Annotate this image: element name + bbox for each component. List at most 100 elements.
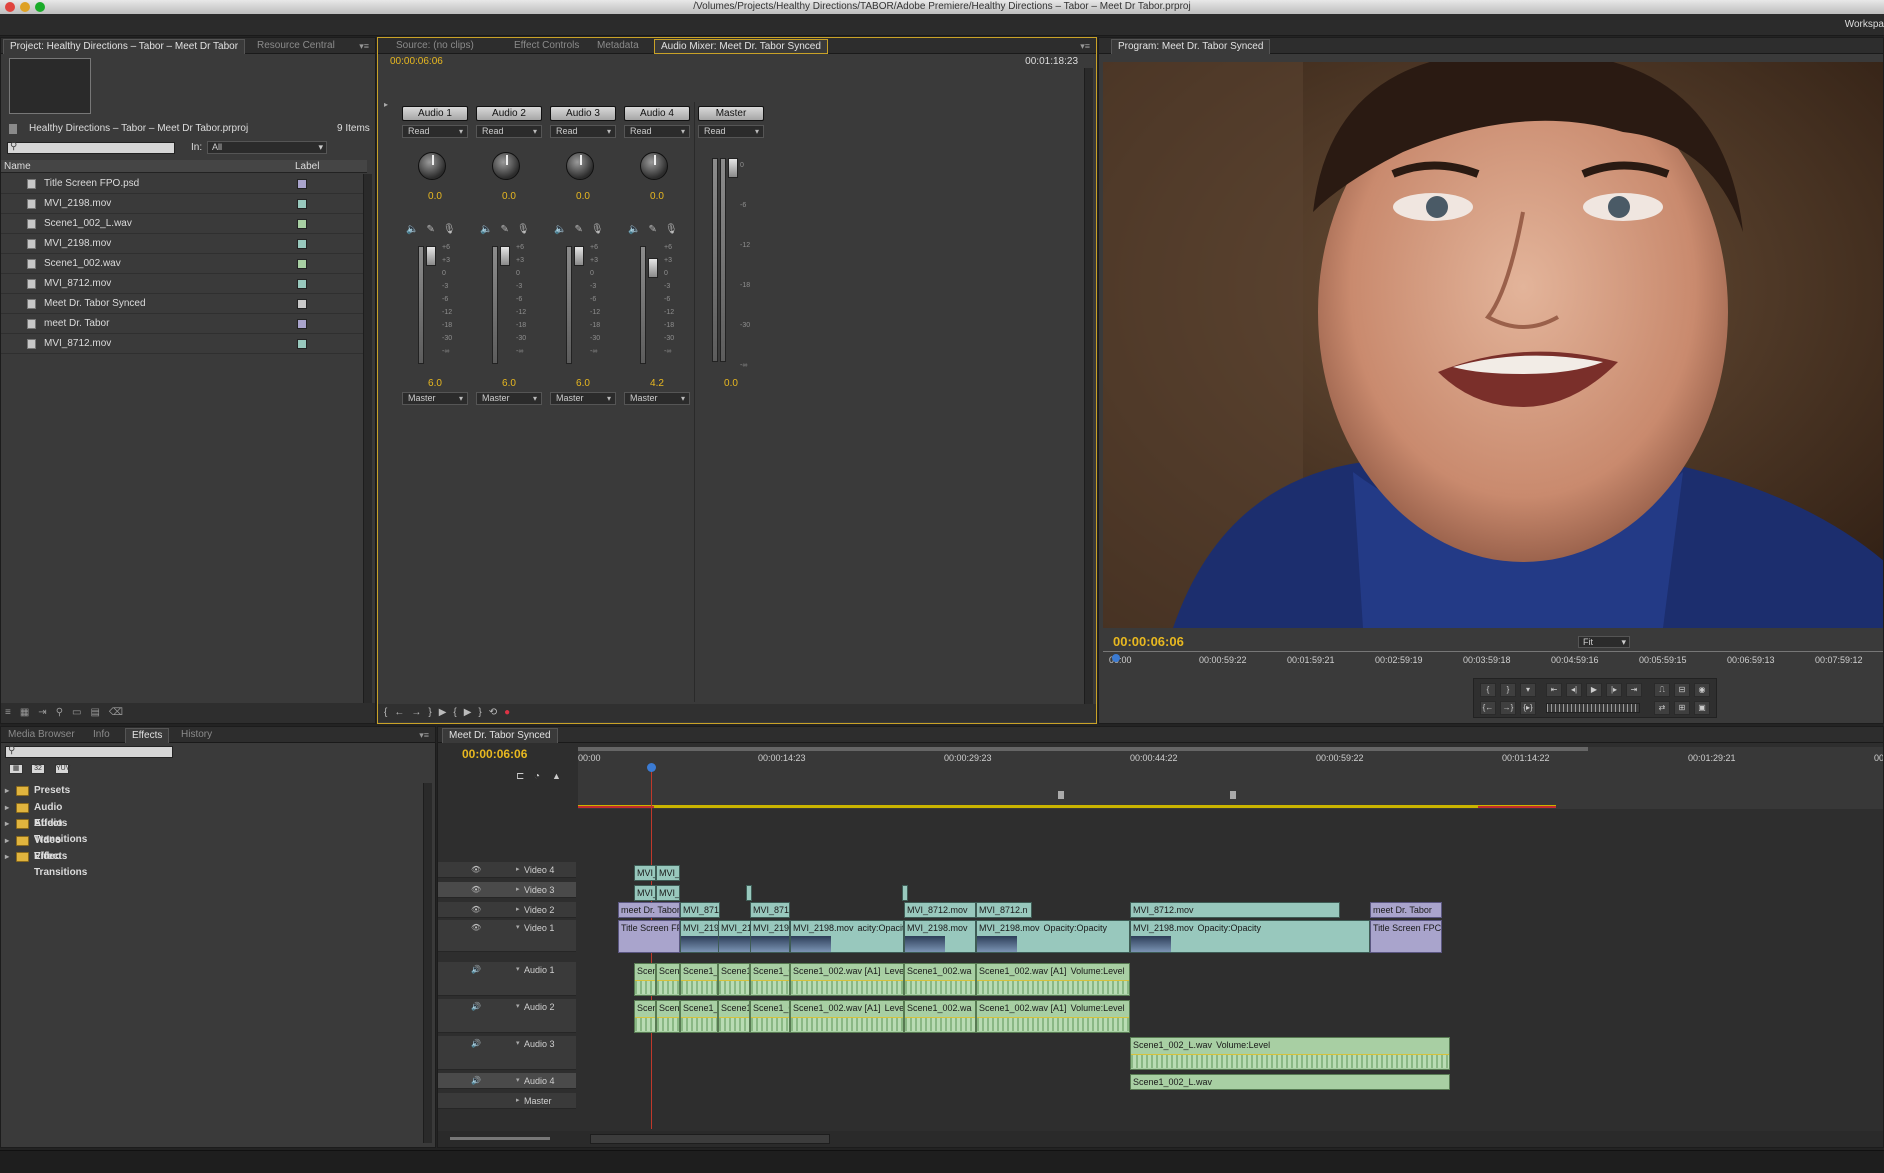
eye-icon[interactable]: 👁 (471, 905, 481, 914)
pan-value[interactable]: 0.0 (550, 191, 616, 202)
in-filter-select[interactable]: All ▾ (207, 141, 327, 154)
snap-icon[interactable]: ⊏ (516, 771, 524, 782)
eye-icon[interactable]: 👁 (471, 923, 481, 932)
audio-clip[interactable]: Scene1_002.wav [A1] Level (790, 963, 904, 996)
audio-clip[interactable]: Scene1_0 (750, 1000, 790, 1033)
label-color-swatch[interactable] (297, 299, 307, 309)
keyframe-property-select[interactable]: acity:Opacity (858, 923, 903, 933)
timeline-timecode[interactable]: 00:00:06:06 (462, 747, 527, 761)
tab-effects[interactable]: Effects (125, 728, 170, 743)
effects-vertical-scrollbar[interactable] (423, 783, 432, 1143)
automation-mode-select[interactable]: Read (476, 125, 542, 138)
list-item[interactable]: Meet Dr. Tabor Synced (1, 294, 375, 314)
volume-value[interactable]: 6.0 (476, 378, 542, 389)
output-track-select[interactable]: Master (476, 392, 542, 405)
mixer-current-time[interactable]: 00:00:06:06 (390, 56, 443, 67)
record-icon[interactable]: ● (504, 707, 517, 718)
list-item[interactable]: MVI_2198.mov (1, 234, 375, 254)
volume-fader[interactable] (574, 246, 584, 266)
record-enable-icon[interactable]: 🎙 (443, 224, 464, 235)
workspace-menu[interactable]: Workspa (1845, 19, 1884, 30)
multicam-button[interactable]: ⊞ (1674, 701, 1690, 715)
speaker-icon[interactable]: 🔊 (471, 1002, 481, 1011)
sequence-marker-icon[interactable] (1058, 791, 1064, 799)
audio-clip[interactable]: Scene1_002.wav [A1] Level (790, 1000, 904, 1033)
play-icon[interactable]: ▶ (439, 707, 454, 718)
program-time-ruler[interactable]: 00:00 00:00:59:22 00:01:59:21 00:02:59:19 00… (1103, 651, 1883, 667)
expand-track-icon[interactable]: ▾ (516, 1002, 520, 1010)
output-button[interactable]: ▣ (1694, 701, 1710, 715)
column-name[interactable]: Name (4, 161, 31, 172)
video-clip[interactable]: MVI_ (634, 885, 656, 901)
record-enable-icon[interactable]: 🎙 (591, 224, 612, 235)
keyframe-property-select[interactable]: Volume:Level (1216, 1040, 1270, 1050)
track-header-video1[interactable]: 👁 ▾ Video 1 (438, 920, 576, 952)
record-enable-icon[interactable]: 🎙 (517, 224, 538, 235)
disclosure-triangle-icon[interactable]: ▸ (5, 816, 9, 832)
pan-value[interactable]: 0.0 (624, 191, 690, 202)
keyframe-property-select[interactable]: Opacity:Opacity (1198, 923, 1262, 933)
master-volume-value[interactable]: 0.0 (698, 378, 764, 389)
loop-icon[interactable]: ⟲ (489, 707, 504, 718)
keyframe-property-select[interactable]: Opacity:Opacity (1044, 923, 1108, 933)
tab-sequence[interactable]: Meet Dr. Tabor Synced (442, 728, 558, 743)
label-color-swatch[interactable] (297, 279, 307, 289)
track-header-audio1[interactable]: 🔊 ▾ Audio 1 (438, 962, 576, 996)
audio-clip[interactable]: Scen (634, 1000, 656, 1033)
audio-clip[interactable]: Scene1_0 (718, 963, 750, 996)
zoom-select[interactable]: Fit ▾ (1578, 636, 1630, 648)
track-header-audio3[interactable]: 🔊 ▾ Audio 3 (438, 1036, 576, 1070)
project-vertical-scrollbar[interactable] (363, 174, 372, 704)
32bit-effects-icon[interactable]: 32 (31, 764, 45, 774)
pan-knob[interactable] (566, 152, 594, 180)
mixer-vertical-scrollbar[interactable] (1084, 68, 1093, 704)
keyframe-property-select[interactable]: Level (885, 1003, 903, 1013)
mute-icon[interactable]: 🔈 (554, 224, 574, 235)
audio-clip[interactable]: Scene1_0 (680, 1000, 718, 1033)
pan-value[interactable]: 0.0 (402, 191, 468, 202)
keyframe-property-select[interactable]: Volume:Level (1071, 1003, 1125, 1013)
track-header-audio2[interactable]: 🔊 ▾ Audio 2 (438, 999, 576, 1033)
go-to-in-icon[interactable]: {← (384, 707, 411, 718)
expand-track-icon[interactable]: ▸ (516, 905, 520, 913)
program-timecode[interactable]: 00:00:06:06 (1113, 634, 1184, 649)
solo-icon[interactable]: ✎ (500, 224, 516, 235)
yuv-effects-icon[interactable]: YUV (55, 764, 70, 774)
mute-icon[interactable]: 🔈 (406, 224, 426, 235)
track-header-video3[interactable]: 👁 ▸ Video 3 (438, 882, 576, 898)
lift-button[interactable]: ⎍ (1654, 683, 1670, 697)
label-color-swatch[interactable] (297, 199, 307, 209)
keyframe-property-select[interactable]: Volume:Level (1071, 966, 1125, 976)
solo-icon[interactable]: ✎ (648, 224, 664, 235)
panel-menu-icon[interactable]: ▾≡ (419, 730, 429, 741)
expand-track-icon[interactable]: ▾ (516, 1076, 520, 1084)
pan-value[interactable]: 0.0 (476, 191, 542, 202)
play-in-to-out-button[interactable]: {▸} (1520, 701, 1536, 715)
tab-audio-mixer[interactable]: Audio Mixer: Meet Dr. Tabor Synced (654, 39, 828, 54)
expand-track-icon[interactable]: ▸ (516, 1096, 520, 1104)
label-color-swatch[interactable] (297, 219, 307, 229)
channel-name-button[interactable]: Audio 1 (402, 106, 468, 121)
expand-track-icon[interactable]: ▾ (516, 1039, 520, 1047)
video-clip[interactable]: MVI_8 (656, 865, 680, 881)
automation-mode-select[interactable]: Read (550, 125, 616, 138)
go-to-out-button[interactable]: →} (1500, 701, 1516, 715)
video-clip[interactable]: MVI_8712.mov (1130, 902, 1340, 918)
disclosure-triangle-icon[interactable]: ▸ (5, 849, 9, 865)
eye-icon[interactable]: 👁 (471, 885, 481, 894)
tab-program[interactable]: Program: Meet Dr. Tabor Synced (1111, 39, 1271, 54)
disclosure-triangle-icon[interactable]: ▸ (5, 800, 9, 816)
audio-clip[interactable]: Scene1_0 (680, 963, 718, 996)
extract-button[interactable]: ⊟ (1674, 683, 1690, 697)
volume-fader[interactable] (500, 246, 510, 266)
video-clip[interactable]: MVI_8712 (750, 902, 790, 918)
output-track-select[interactable]: Master (550, 392, 616, 405)
automate-icon[interactable]: ⇥ (38, 707, 55, 718)
panel-menu-icon[interactable]: ▾≡ (1080, 41, 1090, 52)
track-header-video4[interactable]: 👁 ▸ Video 4 (438, 862, 576, 878)
playhead-handle[interactable] (647, 763, 656, 772)
automation-mode-select[interactable]: Read (402, 125, 468, 138)
accelerated-effects-icon[interactable]: ▦ (9, 764, 23, 774)
volume-value[interactable]: 6.0 (550, 378, 616, 389)
keyframe-icon[interactable]: ▲ (552, 771, 561, 781)
